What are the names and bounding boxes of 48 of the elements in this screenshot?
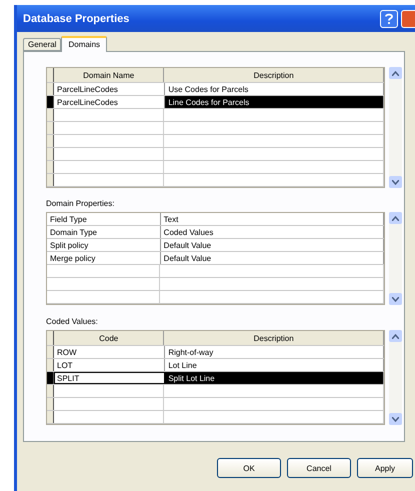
data-grid[interactable]: Code Description ROW Right-of-way LOT Lot Line SPLIT Split Lot Line xyxy=(46,330,385,425)
empty-row[interactable] xyxy=(47,135,384,148)
empty-row[interactable] xyxy=(47,291,384,304)
dialog-button[interactable]: OK xyxy=(217,458,281,478)
tab[interactable]: General xyxy=(23,38,62,51)
empty-row[interactable] xyxy=(47,278,384,291)
table-cell: Default Value xyxy=(160,239,384,251)
scrollbar[interactable] xyxy=(389,212,402,305)
dialog-button[interactable]: Cancel xyxy=(287,458,351,478)
table-cell: Text xyxy=(160,213,384,225)
data-grid[interactable]: Domain Name Description ParcelLineCodes Use Codes for Parcels ParcelLineCodes Line Codes for Parcels xyxy=(46,67,385,188)
window-title: Database Properties xyxy=(23,12,130,24)
close-button[interactable] xyxy=(401,10,415,28)
empty-row[interactable] xyxy=(47,174,384,187)
scrollbar[interactable] xyxy=(389,67,402,188)
row-selector[interactable] xyxy=(47,372,54,384)
empty-row[interactable] xyxy=(47,398,384,411)
empty-row[interactable] xyxy=(47,122,384,135)
scrollbar[interactable] xyxy=(389,330,402,425)
column-header[interactable]: Description xyxy=(164,68,384,82)
table-cell: Split Lot Line xyxy=(165,372,384,384)
row-selector[interactable] xyxy=(47,346,54,358)
empty-row[interactable] xyxy=(47,411,384,424)
table-cell: SPLIT xyxy=(54,372,166,384)
table-cell: Coded Values xyxy=(160,226,384,238)
empty-row[interactable] xyxy=(47,109,384,122)
section-label: Coded Values: xyxy=(46,317,99,327)
row-selector[interactable] xyxy=(47,83,54,95)
table-cell: Split policy xyxy=(47,239,161,251)
header-corner xyxy=(47,68,54,82)
question-mark-icon xyxy=(385,13,393,24)
empty-row[interactable] xyxy=(47,161,384,174)
tab[interactable]: Domains xyxy=(61,36,108,52)
column-header[interactable]: Code xyxy=(54,331,164,345)
table-cell: Default Value xyxy=(160,252,384,264)
column-header[interactable]: Description xyxy=(164,331,384,345)
row-selector[interactable] xyxy=(47,359,54,371)
empty-row[interactable] xyxy=(47,148,384,161)
empty-row[interactable] xyxy=(47,385,384,398)
empty-row[interactable] xyxy=(47,265,384,278)
header-corner xyxy=(47,331,54,345)
row-selector[interactable] xyxy=(47,96,54,108)
dialog-button[interactable]: Apply xyxy=(357,458,413,478)
section-label: Domain Properties: xyxy=(46,199,116,209)
help-button[interactable] xyxy=(380,10,398,28)
column-header[interactable]: Domain Name xyxy=(54,68,164,82)
table-cell: Line Codes for Parcels xyxy=(165,96,384,108)
data-grid[interactable]: Field Type Text Domain Type Coded Values Split policy Default Value Merge policy Default Value xyxy=(46,212,385,305)
